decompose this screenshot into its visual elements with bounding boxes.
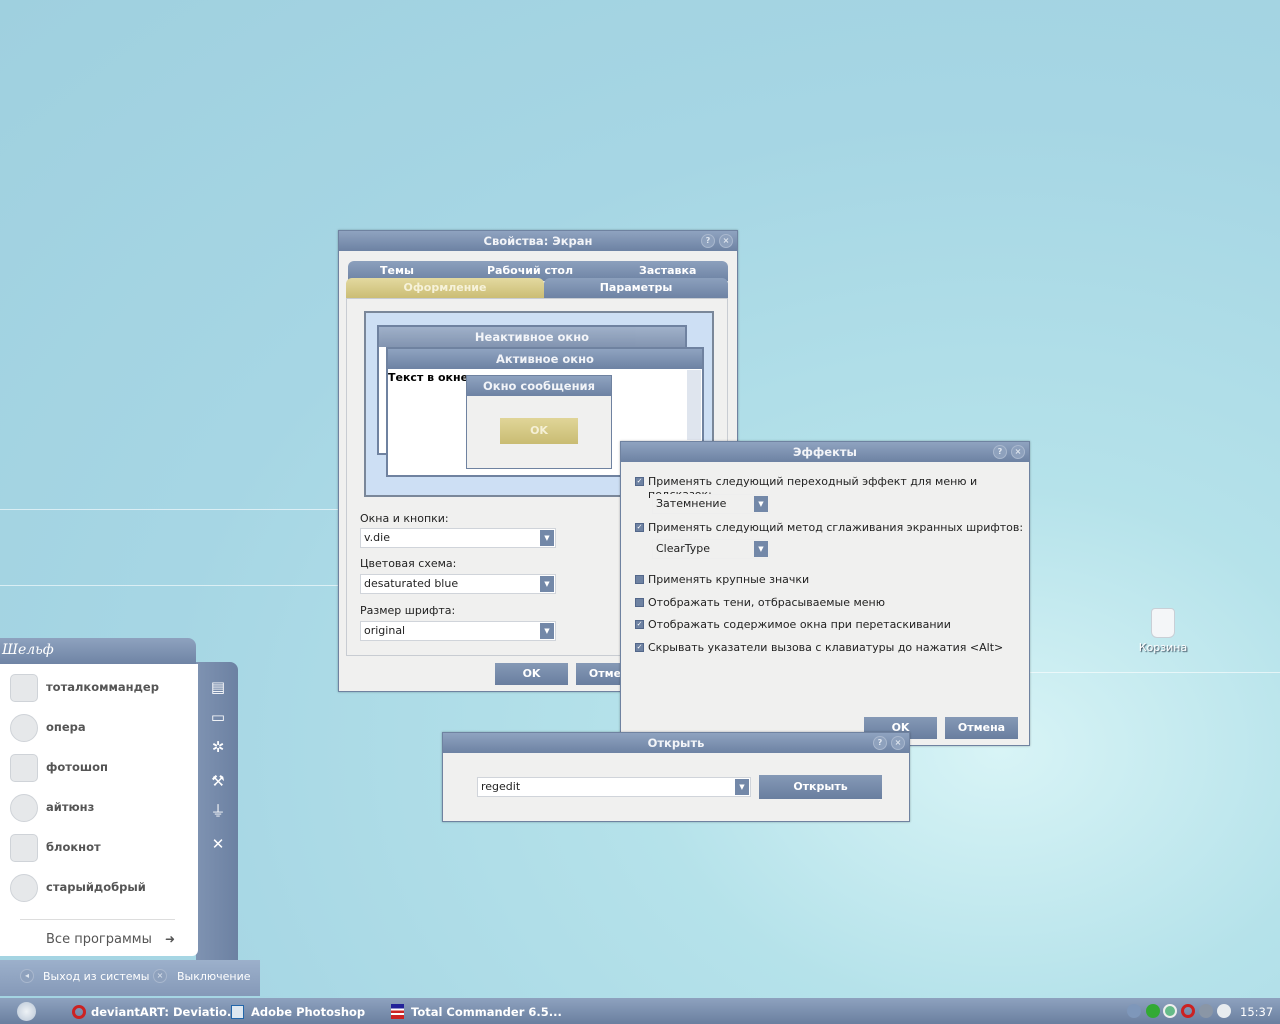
logoff-button[interactable]: Выход из системы <box>43 970 149 983</box>
totalcmd-icon <box>10 674 38 702</box>
opera-icon <box>10 714 38 742</box>
photoshop-icon <box>10 754 38 782</box>
close-button[interactable]: × <box>719 234 733 248</box>
color-scheme-select[interactable]: desaturated blue ▼ <box>360 574 556 594</box>
checkbox[interactable]: ✓ <box>635 643 644 652</box>
start-menu-header: Шельф <box>2 642 54 658</box>
opera-tray-icon[interactable] <box>1181 1004 1195 1018</box>
open-button[interactable]: Открыть <box>759 775 882 799</box>
checkbox[interactable]: ✓ <box>635 620 644 629</box>
help-button[interactable]: ? <box>701 234 715 248</box>
itunes-icon <box>10 794 38 822</box>
tab-appearance[interactable]: Оформление <box>346 278 544 298</box>
tab-settings[interactable]: Параметры <box>544 278 728 298</box>
tray-arrow-icon[interactable] <box>1127 1004 1141 1018</box>
photoshop-icon <box>231 1005 244 1019</box>
chevron-down-icon: ▼ <box>754 541 768 557</box>
windows-buttons-select[interactable]: v.die ▼ <box>360 528 556 548</box>
title-bar: Эффекты ? × <box>621 442 1029 462</box>
run-dialog: Открыть ? × regedit ▼ Открыть <box>442 732 910 822</box>
font-size-select[interactable]: original ▼ <box>360 621 556 641</box>
tab-screensaver[interactable]: Заставка <box>639 264 696 277</box>
floppy-icon <box>391 1004 404 1019</box>
start-menu: Шельф тоталкоммандер опера фотошоп айтюн… <box>0 638 260 996</box>
recycle-bin[interactable]: Корзина <box>1135 608 1191 654</box>
title-bar: Открыть ? × <box>443 733 909 753</box>
chevron-down-icon: ▼ <box>540 576 554 592</box>
close-button[interactable]: × <box>891 736 905 750</box>
start-button[interactable] <box>17 1002 36 1021</box>
chevron-down-icon: ▼ <box>754 496 768 512</box>
title-bar: Свойства: Экран ? × <box>339 231 737 251</box>
effects-window: Эффекты ? × ✓ Применять следующий переход… <box>620 441 1030 746</box>
opera-icon <box>72 1005 86 1019</box>
task-deviantart[interactable]: deviantART: Deviatio... <box>91 1003 240 1021</box>
logoff-icon: ◂ <box>20 969 34 983</box>
chevron-down-icon: ▼ <box>540 623 554 639</box>
chevron-down-icon: ▼ <box>540 530 554 546</box>
arrow-right-icon: ➜ <box>165 932 176 946</box>
shutdown-icon: × <box>153 969 167 983</box>
menu-item-itunes[interactable]: айтюнз <box>10 790 190 826</box>
checkbox[interactable]: ✓ <box>635 523 644 532</box>
menu-item-old[interactable]: старыйдобрый <box>10 870 190 906</box>
clock: 15:37 <box>1240 1005 1274 1019</box>
messenger-icon[interactable] <box>1163 1004 1177 1018</box>
transition-effect-select[interactable]: Затемнение ▼ <box>652 494 770 514</box>
snowman-icon <box>10 874 38 902</box>
plug-icon[interactable]: ⏚ <box>207 800 229 820</box>
help-button[interactable]: ? <box>993 445 1007 459</box>
tab-themes[interactable]: Темы <box>380 264 414 277</box>
checkbox[interactable] <box>635 575 644 584</box>
checkbox[interactable]: ✓ <box>635 477 644 486</box>
menu-item-notepad[interactable]: блокнот <box>10 830 190 866</box>
shutdown-button[interactable]: Выключение <box>177 970 251 983</box>
settings-icon[interactable]: ✲ <box>207 738 229 758</box>
close-button[interactable]: × <box>1011 445 1025 459</box>
task-photoshop[interactable]: Adobe Photoshop <box>251 1003 365 1021</box>
run-command-input[interactable]: regedit ▼ <box>477 777 751 797</box>
run-icon[interactable]: ✕ <box>207 835 229 855</box>
computer-icon[interactable]: ▭ <box>207 708 229 728</box>
all-programs-button[interactable]: Все программы <box>46 932 152 947</box>
menu-item-totalcmd[interactable]: тоталкоммандер <box>10 670 190 706</box>
checkbox[interactable] <box>635 598 644 607</box>
font-smoothing-select[interactable]: ClearType ▼ <box>652 539 770 559</box>
notepad-icon <box>10 834 38 862</box>
chevron-down-icon: ▼ <box>735 779 749 795</box>
tab-desktop[interactable]: Рабочий стол <box>487 264 573 277</box>
menu-item-photoshop[interactable]: фотошоп <box>10 750 190 786</box>
icq-icon[interactable] <box>1146 1004 1160 1018</box>
cancel-button[interactable]: Отмена <box>945 717 1018 739</box>
documents-icon[interactable]: ▤ <box>207 678 229 698</box>
ok-button[interactable]: OK <box>495 663 568 685</box>
volume-icon[interactable] <box>1199 1004 1213 1018</box>
message-window-preview: Окно сообщения OK <box>466 375 612 469</box>
menu-item-opera[interactable]: опера <box>10 710 190 746</box>
help-button[interactable]: ? <box>873 736 887 750</box>
network-icon[interactable] <box>1217 1004 1231 1018</box>
recycle-bin-icon <box>1151 608 1175 638</box>
tools-icon[interactable]: ⚒ <box>207 772 229 792</box>
task-total-commander[interactable]: Total Commander 6.5... <box>411 1003 562 1021</box>
